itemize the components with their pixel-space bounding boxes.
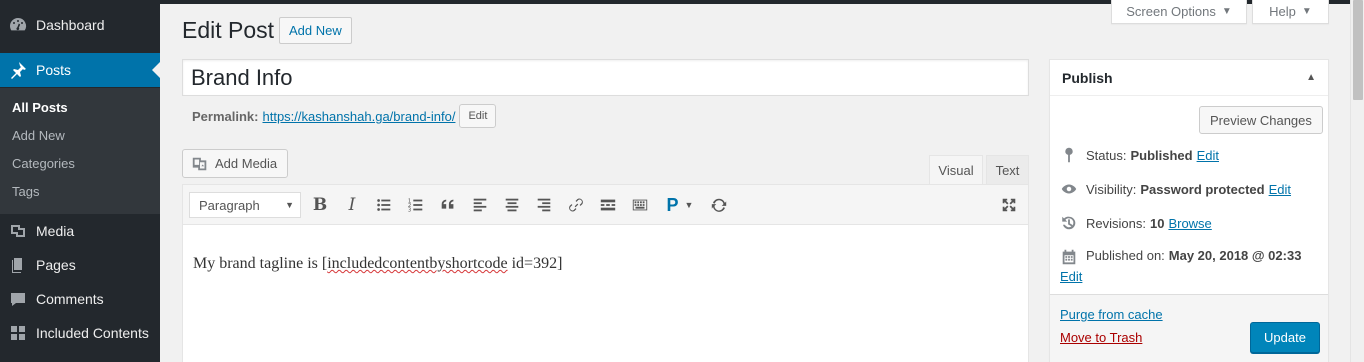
caret-down-icon: ▼: [684, 200, 694, 210]
map-pin-icon: [1060, 146, 1078, 164]
media-icon: [0, 221, 36, 241]
align-left-button[interactable]: [466, 192, 494, 218]
post-title-input[interactable]: [182, 59, 1029, 96]
sidebar-item-label: Pages: [36, 257, 76, 273]
add-media-button[interactable]: Add Media: [182, 149, 289, 178]
bullet-list-button[interactable]: [370, 192, 398, 218]
editor-toolbar: Paragraph ▼ B I 123 P ▼: [183, 185, 1028, 225]
scrollbar-thumb[interactable]: [1353, 0, 1363, 100]
publishing-actions: Purge from cache Move to Trash Update: [1050, 294, 1328, 362]
move-to-trash-link[interactable]: Move to Trash: [1060, 330, 1142, 345]
visibility-row: Visibility: Password protected Edit: [1060, 180, 1291, 198]
sidebar-item-label: Dashboard: [36, 17, 105, 33]
sidebar-item-posts[interactable]: Posts: [0, 53, 160, 87]
format-select[interactable]: Paragraph ▼: [189, 192, 301, 218]
sidebar-item-label: Posts: [36, 62, 72, 78]
tab-visual[interactable]: Visual: [929, 155, 983, 185]
bold-button[interactable]: B: [306, 192, 334, 218]
published-on-row: Published on: May 20, 2018 @ 02:33: [1060, 248, 1301, 266]
sidebar-item-dashboard[interactable]: Dashboard: [0, 8, 160, 42]
caret-down-icon: ▼: [1221, 6, 1232, 17]
sidebar-item-label: Comments: [36, 291, 104, 307]
post-editor: Paragraph ▼ B I 123 P ▼ My brand tagline …: [182, 184, 1029, 362]
toolbar-toggle-icon[interactable]: [626, 192, 654, 218]
add-media-icon: [192, 157, 207, 170]
italic-button[interactable]: I: [338, 192, 366, 218]
history-icon: [1060, 214, 1078, 232]
read-more-icon[interactable]: [594, 192, 622, 218]
help-button[interactable]: Help ▼: [1252, 0, 1329, 24]
align-center-button[interactable]: [498, 192, 526, 218]
add-new-button[interactable]: Add New: [279, 17, 352, 44]
submenu-add-new[interactable]: Add New: [12, 128, 65, 143]
submenu-tags[interactable]: Tags: [12, 184, 39, 199]
calendar-icon: [1060, 248, 1078, 266]
posts-submenu: All Posts Add New Categories Tags: [0, 88, 160, 214]
revisions-row: Revisions: 10 Browse: [1060, 214, 1212, 232]
caret-down-icon: ▼: [1301, 6, 1312, 17]
status-row: Status: Published Edit: [1060, 146, 1219, 164]
pushpin-icon: [0, 60, 36, 80]
misspelled-word: includedcontentbyshortcode: [327, 255, 508, 272]
sidebar-item-comments[interactable]: Comments: [0, 282, 160, 316]
blockquote-button[interactable]: [434, 192, 462, 218]
align-right-button[interactable]: [530, 192, 558, 218]
sidebar-item-media[interactable]: Media: [0, 214, 160, 248]
page-scrollbar[interactable]: [1350, 0, 1364, 362]
preview-changes-button[interactable]: Preview Changes: [1199, 106, 1323, 134]
visibility-edit-link[interactable]: Edit: [1269, 182, 1291, 197]
permalink: Permalink: https://kashanshah.ga/brand-i…: [192, 104, 497, 128]
refresh-icon[interactable]: [705, 192, 733, 218]
editor-content[interactable]: My brand tagline is [includedcontentbysh…: [193, 255, 562, 273]
dashboard-icon: [0, 15, 36, 35]
sidebar-item-included-contents[interactable]: Included Contents: [0, 316, 160, 350]
sidebar-item-pages[interactable]: Pages: [0, 248, 160, 282]
revisions-browse-link[interactable]: Browse: [1168, 216, 1211, 231]
insert-link-icon[interactable]: [562, 192, 590, 218]
included-contents-icon: [0, 323, 36, 343]
tab-text[interactable]: Text: [986, 155, 1029, 184]
collapse-arrow-icon[interactable]: ▲: [1306, 72, 1316, 83]
sidebar-item-label: Included Contents: [36, 325, 149, 341]
published-on-edit-link[interactable]: Edit: [1060, 269, 1082, 284]
page-title: Edit Post: [182, 17, 275, 43]
caret-down-icon: ▼: [285, 200, 294, 210]
numbered-list-button[interactable]: 123: [402, 192, 430, 218]
publish-box: Publish ▲ Preview Changes Status: Publish…: [1049, 59, 1329, 362]
screen-options-button[interactable]: Screen Options ▼: [1111, 0, 1247, 24]
eye-icon: [1060, 180, 1078, 198]
comments-icon: [0, 289, 36, 309]
publish-box-title: Publish ▲: [1050, 60, 1328, 96]
permalink-label: Permalink:: [192, 108, 259, 124]
permalink-edit-button[interactable]: Edit: [459, 104, 497, 128]
update-button[interactable]: Update: [1250, 322, 1320, 353]
permalink-link[interactable]: https://kashanshah.ga/brand-info/: [262, 109, 455, 124]
pages-icon: [0, 255, 36, 275]
status-edit-link[interactable]: Edit: [1197, 148, 1219, 163]
svg-text:3: 3: [408, 207, 411, 213]
fullscreen-icon[interactable]: [995, 192, 1023, 218]
admin-sidebar: Dashboard Posts All Posts Add New Catego…: [0, 0, 160, 362]
purge-cache-link[interactable]: Purge from cache: [1060, 307, 1163, 322]
submenu-all-posts[interactable]: All Posts: [12, 100, 68, 115]
submenu-categories[interactable]: Categories: [12, 156, 75, 171]
sidebar-item-label: Media: [36, 223, 75, 239]
plugin-shortcode-button[interactable]: P ▼: [660, 192, 700, 218]
